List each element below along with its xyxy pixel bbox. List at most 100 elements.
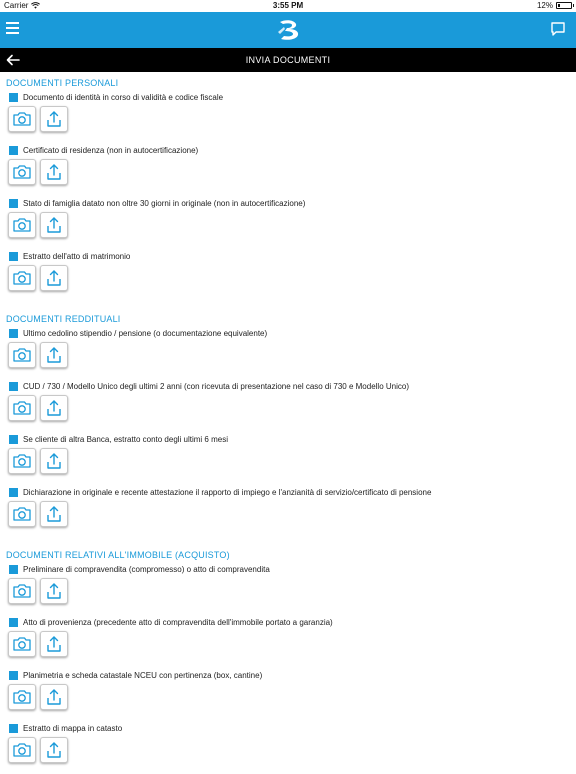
camera-button[interactable] bbox=[8, 631, 36, 657]
document-item: Certificato di residenza (non in autocer… bbox=[0, 143, 576, 196]
document-item: Estratto di mappa in catasto bbox=[0, 721, 576, 774]
camera-button[interactable] bbox=[8, 501, 36, 527]
upload-icon bbox=[47, 164, 61, 180]
document-item: CUD / 730 / Modello Unico degli ultimi 2… bbox=[0, 379, 576, 432]
camera-button[interactable] bbox=[8, 448, 36, 474]
camera-icon bbox=[13, 507, 31, 521]
checkbox-square[interactable] bbox=[9, 724, 18, 733]
upload-button[interactable] bbox=[40, 395, 68, 421]
section-title: DOCUMENTI RELATIVI ALL'IMMOBILE (ACQUIST… bbox=[6, 550, 230, 560]
hamburger-icon[interactable] bbox=[6, 22, 20, 36]
arrow-left-icon[interactable] bbox=[6, 53, 20, 67]
checkbox-square[interactable] bbox=[9, 435, 18, 444]
bank-logo bbox=[278, 20, 299, 40]
document-label: CUD / 730 / Modello Unico degli ultimi 2… bbox=[23, 382, 409, 391]
upload-icon bbox=[47, 111, 61, 127]
status-bar: Carrier 3:55 PM 12% bbox=[0, 0, 576, 12]
camera-icon bbox=[13, 271, 31, 285]
camera-icon bbox=[13, 690, 31, 704]
document-item: Ultimo cedolino stipendio / pensione (o … bbox=[0, 326, 576, 379]
section-documenti-personali: DOCUMENTI PERSONALI Documento di identit… bbox=[0, 76, 576, 302]
document-item: Dichiarazione in originale e recente att… bbox=[0, 485, 576, 538]
document-item: Atto di provenienza (precedente atto di … bbox=[0, 615, 576, 668]
upload-button[interactable] bbox=[40, 737, 68, 763]
document-item: Planimetria e scheda catastale NCEU con … bbox=[0, 668, 576, 721]
checkbox-square[interactable] bbox=[9, 252, 18, 261]
checkbox-square[interactable] bbox=[9, 329, 18, 338]
camera-icon bbox=[13, 584, 31, 598]
document-item: Stato di famiglia datato non oltre 30 gi… bbox=[0, 196, 576, 249]
upload-icon bbox=[47, 583, 61, 599]
camera-button[interactable] bbox=[8, 684, 36, 710]
camera-icon bbox=[13, 743, 31, 757]
section-documenti-immobile: DOCUMENTI RELATIVI ALL'IMMOBILE (ACQUIST… bbox=[0, 548, 576, 774]
checkbox-square[interactable] bbox=[9, 146, 18, 155]
upload-button[interactable] bbox=[40, 684, 68, 710]
upload-button[interactable] bbox=[40, 265, 68, 291]
camera-button[interactable] bbox=[8, 578, 36, 604]
document-label: Atto di provenienza (precedente atto di … bbox=[23, 618, 333, 627]
camera-button[interactable] bbox=[8, 159, 36, 185]
document-label: Se cliente di altra Banca, estratto cont… bbox=[23, 435, 228, 444]
camera-button[interactable] bbox=[8, 342, 36, 368]
camera-icon bbox=[13, 454, 31, 468]
section-title: DOCUMENTI REDDITUALI bbox=[6, 314, 121, 324]
title-bar: INVIA DOCUMENTI bbox=[0, 48, 576, 72]
document-label: Planimetria e scheda catastale NCEU con … bbox=[23, 671, 263, 680]
chat-bubble-icon[interactable] bbox=[550, 21, 566, 37]
upload-icon bbox=[47, 689, 61, 705]
upload-button[interactable] bbox=[40, 578, 68, 604]
camera-button[interactable] bbox=[8, 395, 36, 421]
camera-button[interactable] bbox=[8, 212, 36, 238]
page-title: INVIA DOCUMENTI bbox=[245, 55, 331, 65]
upload-icon bbox=[47, 347, 61, 363]
upload-icon bbox=[47, 217, 61, 233]
upload-button[interactable] bbox=[40, 448, 68, 474]
upload-button[interactable] bbox=[40, 501, 68, 527]
document-label: Estratto dell'atto di matrimonio bbox=[23, 252, 131, 261]
checkbox-square[interactable] bbox=[9, 199, 18, 208]
upload-button[interactable] bbox=[40, 342, 68, 368]
upload-icon bbox=[47, 400, 61, 416]
camera-icon bbox=[13, 112, 31, 126]
document-label: Dichiarazione in originale e recente att… bbox=[23, 488, 432, 497]
document-item: Preliminare di compravendita (compromess… bbox=[0, 562, 576, 615]
upload-button[interactable] bbox=[40, 159, 68, 185]
app-bar bbox=[0, 12, 576, 48]
document-item: Documento di identità in corso di validi… bbox=[0, 90, 576, 143]
upload-icon bbox=[47, 742, 61, 758]
section-title: DOCUMENTI PERSONALI bbox=[6, 78, 119, 88]
upload-icon bbox=[47, 270, 61, 286]
battery-info: 12% bbox=[536, 1, 574, 10]
upload-button[interactable] bbox=[40, 106, 68, 132]
camera-button[interactable] bbox=[8, 737, 36, 763]
camera-icon bbox=[13, 348, 31, 362]
checkbox-square[interactable] bbox=[9, 488, 18, 497]
upload-button[interactable] bbox=[40, 631, 68, 657]
camera-icon bbox=[13, 165, 31, 179]
document-label: Documento di identità in corso di validi… bbox=[23, 93, 224, 102]
upload-icon bbox=[47, 506, 61, 522]
camera-icon bbox=[13, 218, 31, 232]
battery-percent: 12% bbox=[536, 1, 553, 10]
upload-icon bbox=[47, 636, 61, 652]
document-label: Estratto di mappa in catasto bbox=[23, 724, 123, 733]
checkbox-square[interactable] bbox=[9, 382, 18, 391]
checkbox-square[interactable] bbox=[9, 93, 18, 102]
checkbox-square[interactable] bbox=[9, 618, 18, 627]
document-label: Stato di famiglia datato non oltre 30 gi… bbox=[23, 199, 306, 208]
camera-button[interactable] bbox=[8, 265, 36, 291]
document-label: Certificato di residenza (non in autocer… bbox=[23, 146, 199, 155]
checkbox-square[interactable] bbox=[9, 671, 18, 680]
document-item: Se cliente di altra Banca, estratto cont… bbox=[0, 432, 576, 485]
upload-icon bbox=[47, 453, 61, 469]
document-label: Preliminare di compravendita (compromess… bbox=[23, 565, 270, 574]
camera-icon bbox=[13, 401, 31, 415]
camera-button[interactable] bbox=[8, 106, 36, 132]
section-documenti-reddituali: DOCUMENTI REDDITUALI Ultimo cedolino sti… bbox=[0, 312, 576, 538]
checkbox-square[interactable] bbox=[9, 565, 18, 574]
document-item: Estratto dell'atto di matrimonio bbox=[0, 249, 576, 302]
documents-list: DOCUMENTI PERSONALI Documento di identit… bbox=[0, 76, 576, 774]
camera-icon bbox=[13, 637, 31, 651]
upload-button[interactable] bbox=[40, 212, 68, 238]
